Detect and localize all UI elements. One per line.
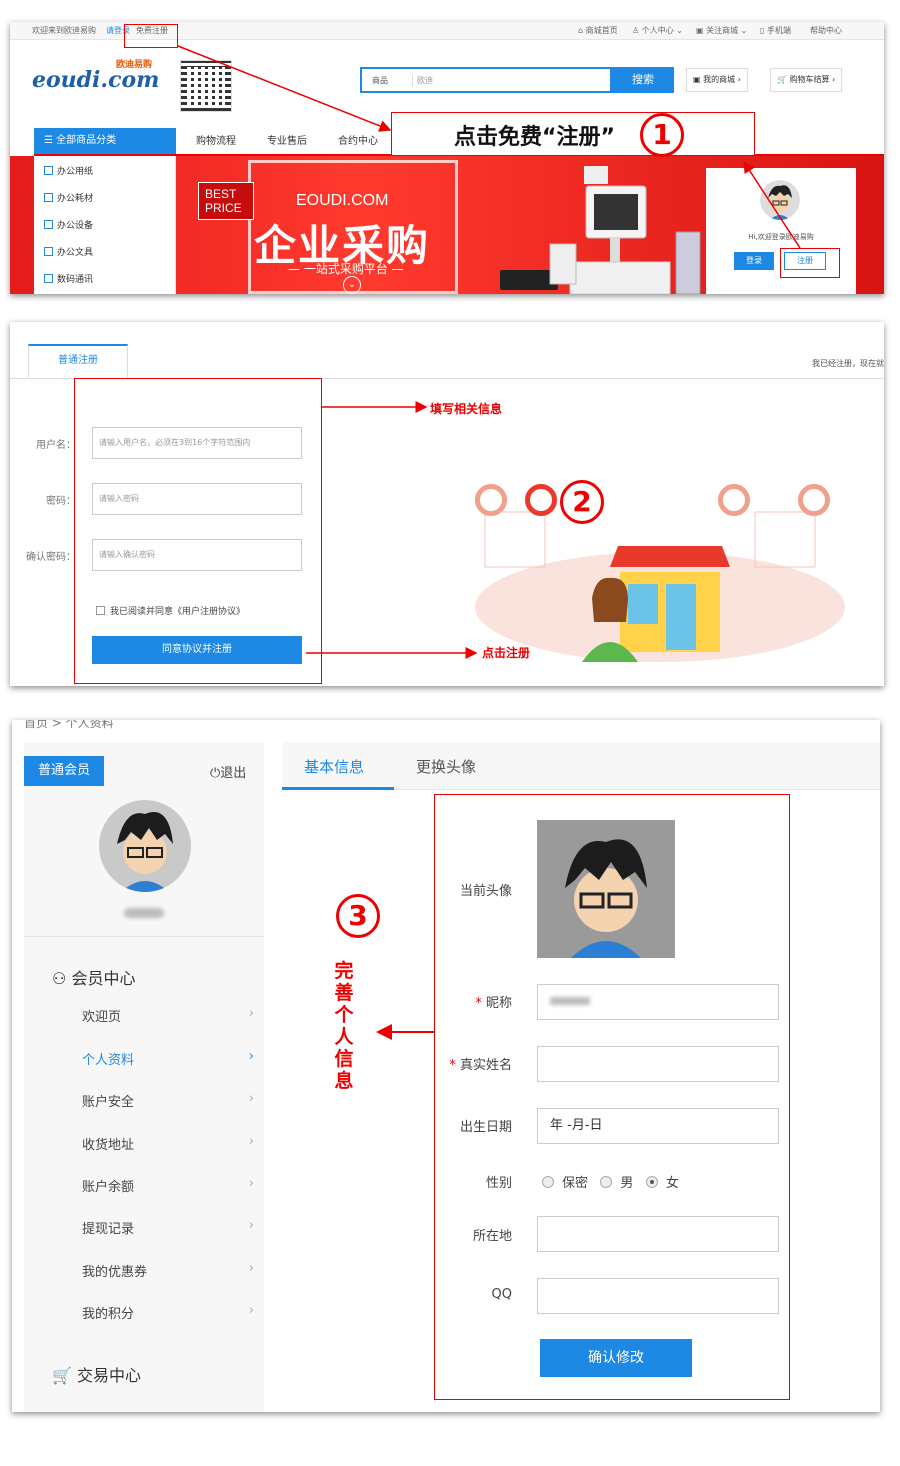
step3-profile-panel: 首页 > 个人资料 普通会员 ⏻退出 ⚇ 会员中心 欢迎页 › 个人资料 › 账户安… bbox=[12, 720, 880, 1412]
step2-register-panel: 普通注册 我已经注册，现在就 用户名： 请输入用户名，必须在3到16个字符范围内… bbox=[10, 322, 884, 686]
annotation-arrows bbox=[376, 1024, 434, 1040]
annotation-arrows bbox=[177, 45, 801, 249]
annotation-arrows bbox=[306, 401, 478, 659]
step1-homepage-panel: 欢迎来到欧迪易购 请登录 免费注册 ⌂ 商城首页 ♙ 个人中心 ⌄ ▣ 关注商城… bbox=[10, 22, 884, 294]
